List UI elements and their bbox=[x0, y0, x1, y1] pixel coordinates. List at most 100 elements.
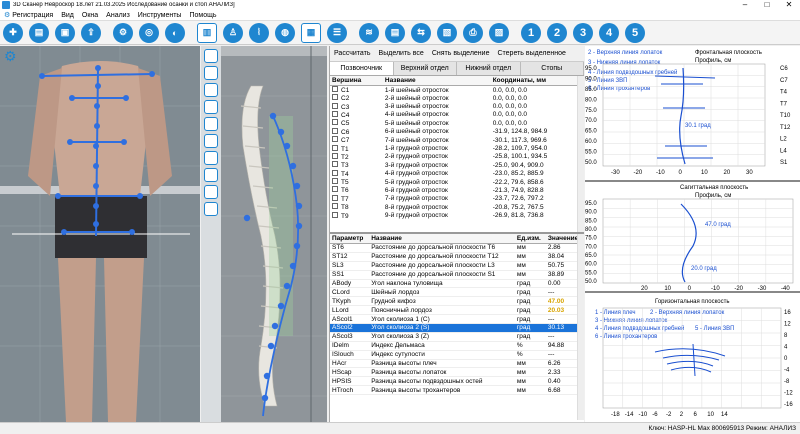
table-row[interactable]: AScol3 Угол сколиоза 3 (Z) град --- bbox=[330, 332, 584, 342]
view-1-button[interactable]: 1 bbox=[521, 22, 541, 43]
table-row[interactable]: ISlouch Индекс сутулости% --- bbox=[330, 350, 584, 360]
tab-upper[interactable]: Верхний отдел bbox=[394, 62, 457, 75]
table-row[interactable]: IDelm Индекс Дельмаса% 94.88 bbox=[330, 341, 584, 351]
view-3-button[interactable]: 3 bbox=[573, 22, 593, 43]
col-unit[interactable]: Ед.изм. bbox=[514, 234, 546, 244]
new-file-icon[interactable]: ✚ bbox=[3, 22, 23, 43]
row-checkbox[interactable] bbox=[332, 178, 338, 185]
table-row[interactable]: T8 8-й грудной отросток -20.8, 75.2, 767.5 bbox=[330, 203, 584, 211]
row-checkbox[interactable] bbox=[332, 211, 338, 218]
col-param[interactable]: Параметр bbox=[330, 234, 370, 244]
row-checkbox[interactable] bbox=[332, 102, 338, 109]
row-checkbox[interactable] bbox=[332, 144, 338, 151]
vertex-cell[interactable]: C2 bbox=[330, 94, 383, 102]
table-row[interactable]: AScol2 Угол сколиоза 2 (S) град 30.13 bbox=[330, 323, 584, 333]
head-angle-icon[interactable] bbox=[204, 151, 218, 165]
row-checkbox[interactable] bbox=[332, 127, 338, 134]
head-back-icon[interactable] bbox=[204, 117, 218, 131]
view-2-button[interactable]: 2 bbox=[547, 22, 567, 43]
table-row[interactable]: C7 7-й шейный отросток -30.1, 117.3, 969.6 bbox=[330, 136, 584, 144]
spine-icon[interactable]: ⦚ bbox=[249, 22, 269, 43]
table-row[interactable]: LLord Поясничный лордоз град 20.03 bbox=[330, 305, 584, 316]
rotate-icon[interactable] bbox=[204, 49, 218, 63]
table-row[interactable]: C6 6-й шейный отросток -31.9, 124.8, 984.9 bbox=[330, 127, 584, 136]
menu-help[interactable]: Помощь bbox=[185, 12, 220, 19]
vertex-cell[interactable]: T2 bbox=[330, 152, 383, 161]
vertebra-scrollbar[interactable] bbox=[577, 76, 584, 232]
target-icon[interactable]: ◎ bbox=[139, 22, 159, 43]
table-row[interactable]: ABody Угол наклона туловища град 0.00 bbox=[330, 279, 584, 289]
table-row[interactable]: T7 7-й грудной отросток -23.7, 72.6, 797.2 bbox=[330, 194, 584, 203]
spine-3d-view[interactable] bbox=[221, 46, 327, 422]
table-row[interactable]: C4 4-й шейный отросток 0.0, 0.0, 0.0 bbox=[330, 110, 584, 119]
table-row[interactable]: C2 2-й шейный отросток 0.0, 0.0, 0.0 bbox=[330, 94, 584, 102]
col-vertex[interactable]: Вершина bbox=[330, 76, 383, 86]
calculate-button[interactable]: Рассчитать bbox=[330, 50, 375, 57]
col-param-name[interactable]: Название bbox=[369, 234, 515, 244]
menu-windows[interactable]: Окна bbox=[78, 12, 102, 19]
close-icon[interactable]: ✕ bbox=[778, 0, 800, 10]
deselect-button[interactable]: Снять выделение bbox=[428, 50, 494, 57]
row-checkbox[interactable] bbox=[332, 203, 338, 210]
table-row[interactable]: C3 3-й шейный отросток 0.0, 0.0, 0.0 bbox=[330, 102, 584, 111]
body-front-icon[interactable]: ♙ bbox=[223, 22, 243, 43]
head-top-icon[interactable] bbox=[204, 134, 218, 148]
vertex-cell[interactable]: C6 bbox=[330, 127, 383, 136]
vertex-cell[interactable]: C4 bbox=[330, 110, 383, 119]
menu-analysis[interactable]: Анализ bbox=[102, 12, 134, 19]
layers-icon[interactable]: ≋ bbox=[359, 22, 379, 43]
table-row[interactable]: T4 4-й грудной отросток -23.0, 85.2, 885.9 bbox=[330, 169, 584, 178]
vertex-cell[interactable]: T3 bbox=[330, 161, 383, 169]
table-row[interactable]: TKyph Грудной кифоз град 47.00 bbox=[330, 296, 584, 307]
table-row[interactable]: ST12 Расстояние до дорсальной плоскости T… bbox=[330, 252, 584, 262]
table-row[interactable]: HTroch Разница высоты трохантеров мм 6.68 bbox=[330, 385, 584, 396]
head-side-icon[interactable] bbox=[204, 100, 218, 114]
table-row[interactable]: T3 3-й грудной отросток -25.0, 90.4, 909.0 bbox=[330, 161, 584, 169]
vertex-cell[interactable]: T9 bbox=[330, 211, 383, 220]
zoom-icon[interactable] bbox=[204, 66, 218, 80]
print-icon[interactable]: ⎙ bbox=[463, 22, 483, 43]
table-row[interactable]: T6 6-й грудной отросток -21.3, 74.9, 828.8 bbox=[330, 186, 584, 194]
table-row[interactable]: T5 5-й грудной отросток -22.2, 79.6, 858.6 bbox=[330, 178, 584, 186]
grid-icon[interactable]: ▦ bbox=[301, 22, 321, 43]
select-all-button[interactable]: Выделить все bbox=[375, 50, 428, 57]
table-row[interactable]: C5 5-й шейный отросток 0.0, 0.0, 0.0 bbox=[330, 119, 584, 127]
menu-view[interactable]: Вид bbox=[57, 12, 78, 19]
row-checkbox[interactable] bbox=[332, 186, 338, 193]
table-row[interactable]: ST6 Расстояние до дорсальной плоскости T6… bbox=[330, 243, 584, 253]
photo-icon[interactable]: ▨ bbox=[489, 22, 509, 43]
menu-tools[interactable]: Инструменты bbox=[134, 12, 186, 19]
vertex-cell[interactable]: T6 bbox=[330, 186, 383, 194]
body-icon[interactable] bbox=[204, 168, 218, 182]
col-name[interactable]: Название bbox=[382, 76, 491, 86]
photo-settings-icon[interactable]: ⚙ bbox=[4, 48, 17, 65]
compare-icon[interactable]: ⇆ bbox=[411, 22, 431, 43]
erase-selected-button[interactable]: Стереть выделенное bbox=[493, 50, 569, 57]
table-row[interactable]: HScap Разница высоты лопаток мм 2.33 bbox=[330, 367, 584, 378]
head-front-icon[interactable] bbox=[204, 83, 218, 97]
export-icon[interactable]: ⇪ bbox=[81, 22, 101, 43]
row-checkbox[interactable] bbox=[332, 136, 338, 143]
vertex-cell[interactable]: C5 bbox=[330, 119, 383, 127]
open-folder-icon[interactable]: ▤ bbox=[29, 22, 49, 43]
table-row[interactable]: HAcr Разница высоты плеч мм 6.26 bbox=[330, 359, 584, 369]
table-row[interactable]: SL3 Расстояние до дорсальной плоскости L3… bbox=[330, 261, 584, 271]
row-checkbox[interactable] bbox=[332, 152, 338, 159]
report-icon[interactable]: ▤ bbox=[385, 22, 405, 43]
split-view-icon[interactable]: ▥ bbox=[197, 22, 217, 43]
row-checkbox[interactable] bbox=[332, 194, 338, 201]
view-5-button[interactable]: 5 bbox=[625, 22, 645, 43]
table-row[interactable]: T1 1-й грудной отросток -28.2, 109.7, 954.… bbox=[330, 144, 584, 153]
vertex-cell[interactable]: T7 bbox=[330, 194, 383, 203]
row-checkbox[interactable] bbox=[332, 86, 338, 92]
maximize-icon[interactable]: □ bbox=[756, 0, 778, 10]
table-row[interactable]: C1 1-й шейный отросток 0.0, 0.0, 0.0 bbox=[330, 86, 584, 94]
settings-icon[interactable]: ⚙ bbox=[113, 22, 133, 43]
vertex-cell[interactable]: T8 bbox=[330, 203, 383, 211]
table-row[interactable]: T9 9-й грудной отросток -26.9, 81.8, 736.8 bbox=[330, 211, 584, 220]
row-checkbox[interactable] bbox=[332, 161, 338, 168]
table-row[interactable]: T2 2-й грудной отросток -25.8, 100.1, 934.… bbox=[330, 152, 584, 161]
vertex-cell[interactable]: C3 bbox=[330, 102, 383, 111]
menu-registration[interactable]: ⚙ Регистрация bbox=[0, 11, 57, 20]
tab-spine[interactable]: Позвоночник bbox=[330, 62, 394, 75]
